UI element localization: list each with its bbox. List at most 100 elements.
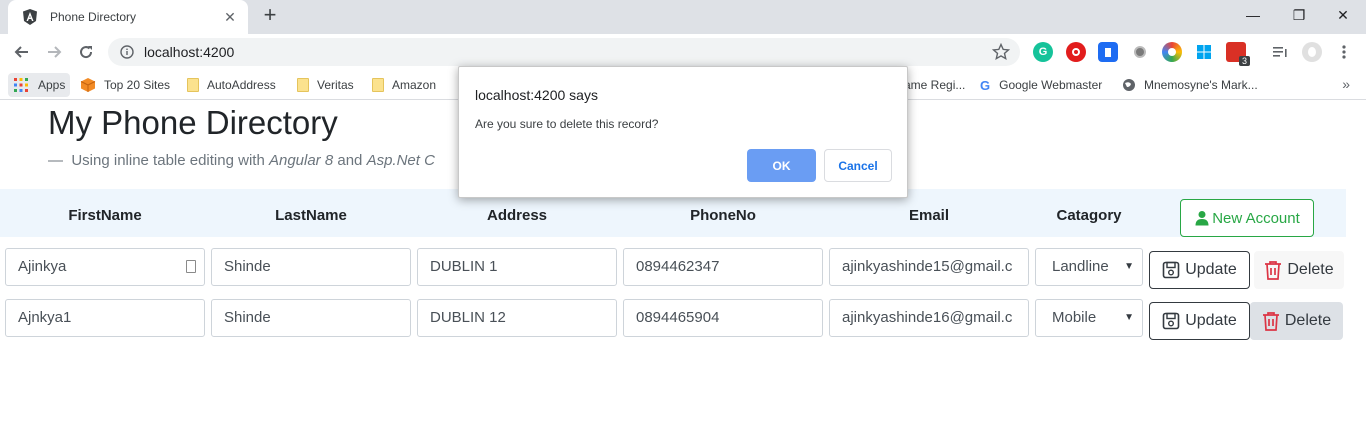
address-bar[interactable]: localhost:4200 xyxy=(108,38,1020,66)
bookmark-veritas[interactable]: Veritas xyxy=(297,73,354,97)
lead-and: and xyxy=(337,152,363,169)
firstname-input[interactable]: Ajnkya1 xyxy=(5,299,205,337)
reload-button[interactable] xyxy=(74,40,98,64)
angular-favicon-icon xyxy=(23,9,37,25)
page-subtitle: — Using inline table editing with Angula… xyxy=(48,152,435,169)
playlist-icon xyxy=(1273,47,1287,57)
dialog-ok-button[interactable]: OK xyxy=(747,149,816,182)
bookmark-label: Google Webmaster xyxy=(999,78,1103,92)
lastname-input[interactable]: Shinde xyxy=(211,248,411,286)
forward-arrow-icon xyxy=(48,46,62,58)
lead-aspnet: Asp.Net C xyxy=(366,152,435,169)
bookmark-mnemosyne[interactable]: Mnemosyne's Mark... xyxy=(1122,73,1258,97)
forward-button[interactable] xyxy=(42,40,66,64)
dropdown-caret-icon: ▼ xyxy=(1124,261,1134,272)
lead-prefix: Using inline table editing with xyxy=(71,152,265,169)
save-floppy-icon xyxy=(1162,261,1180,279)
bookmark-star-icon[interactable] xyxy=(992,43,1010,61)
reload-icon xyxy=(80,46,93,59)
phone-input[interactable]: 0894465904 xyxy=(623,299,823,337)
bookmark-autoaddress[interactable]: AutoAddress xyxy=(187,73,276,97)
dialog-cancel-button[interactable]: Cancel xyxy=(824,149,892,182)
bookmark-apps[interactable]: Apps xyxy=(8,73,70,97)
email-input[interactable]: ajinkyashinde15@gmail.c xyxy=(829,248,1029,286)
restore-button[interactable]: ❐ xyxy=(1276,0,1322,30)
calendar-extension-icon[interactable]: 3 xyxy=(1226,42,1250,66)
grammarly-extension-icon[interactable]: G xyxy=(1033,42,1053,62)
page-title: My Phone Directory xyxy=(48,104,338,141)
bookmark-google-webmaster[interactable]: G Google Webmaster xyxy=(980,73,1102,97)
category-value: Mobile xyxy=(1052,309,1097,326)
kebab-menu-icon xyxy=(1342,45,1346,59)
bookmark-label: Top 20 Sites xyxy=(104,78,171,92)
firstname-value: Ajinkya xyxy=(18,258,67,275)
trash-icon xyxy=(1262,312,1279,331)
category-select[interactable]: Mobile ▼ xyxy=(1035,299,1143,337)
update-label: Update xyxy=(1185,261,1237,278)
new-account-button[interactable]: New Account xyxy=(1180,199,1314,237)
autofill-card-icon[interactable] xyxy=(186,260,196,273)
bookmark-label: Veritas xyxy=(317,78,354,92)
delete-button[interactable]: Delete xyxy=(1250,302,1343,340)
delete-label: Delete xyxy=(1284,312,1332,329)
user-plus-icon xyxy=(1195,211,1209,226)
category-select[interactable]: Landline ▼ xyxy=(1035,248,1143,286)
adblock-extension-icon[interactable] xyxy=(1066,42,1086,62)
email-input[interactable]: ajinkyashinde16@gmail.c xyxy=(829,299,1029,337)
browser-tab[interactable]: Phone Directory ✕ xyxy=(8,0,248,34)
delete-button[interactable]: Delete xyxy=(1254,251,1344,289)
trash-icon xyxy=(1265,261,1282,280)
lastname-input[interactable]: Shinde xyxy=(211,299,411,337)
extension-badge: 3 xyxy=(1238,56,1250,66)
minimize-button[interactable]: — xyxy=(1230,0,1276,30)
back-button[interactable] xyxy=(10,40,34,64)
folder-icon xyxy=(297,78,309,92)
save-floppy-icon xyxy=(1162,312,1180,330)
update-button[interactable]: Update xyxy=(1149,251,1250,289)
chrome-menu-icon[interactable] xyxy=(1334,42,1354,62)
apps-grid-icon xyxy=(14,78,28,92)
column-header-category: Catagory xyxy=(1056,207,1122,224)
chrome-extension-icon[interactable] xyxy=(1162,42,1182,62)
back-arrow-icon xyxy=(14,46,28,58)
close-window-button[interactable]: ✕ xyxy=(1320,0,1366,30)
circle-extension-icon[interactable] xyxy=(1130,42,1150,62)
bookmark-label: Mnemosyne's Mark... xyxy=(1144,78,1258,92)
confirm-dialog: localhost:4200 says Are you sure to dele… xyxy=(458,66,908,198)
reading-list-icon[interactable] xyxy=(1270,42,1290,62)
update-label: Update xyxy=(1185,312,1237,329)
bookmark-game-registry[interactable]: ame Regi... xyxy=(904,73,965,97)
bookmark-label: ame Regi... xyxy=(904,78,966,92)
cube-icon xyxy=(80,78,96,92)
address-input[interactable]: DUBLIN 12 xyxy=(417,299,617,337)
bookmark-top-20-sites[interactable]: Top 20 Sites xyxy=(80,73,170,97)
address-input[interactable]: DUBLIN 1 xyxy=(417,248,617,286)
tab-close-icon[interactable]: ✕ xyxy=(222,9,238,26)
profile-avatar[interactable] xyxy=(1302,42,1322,62)
new-account-label: New Account xyxy=(1212,209,1300,227)
bookmark-amazon[interactable]: Amazon xyxy=(372,73,436,97)
firstname-input[interactable]: Ajinkya xyxy=(5,248,205,286)
update-button[interactable]: Update xyxy=(1149,302,1250,340)
tab-title: Phone Directory xyxy=(50,10,137,24)
url-text: localhost:4200 xyxy=(144,44,235,60)
windows-logo-icon xyxy=(1197,45,1211,59)
tab-strip: Phone Directory ✕ + — ❐ ✕ xyxy=(0,0,1366,34)
delete-label: Delete xyxy=(1287,261,1334,278)
folder-icon xyxy=(372,78,384,92)
windows-extension-icon[interactable] xyxy=(1194,42,1214,62)
phone-input[interactable]: 0894462347 xyxy=(623,248,823,286)
info-icon[interactable] xyxy=(120,45,134,59)
lead-angular: Angular 8 xyxy=(268,152,334,169)
dialog-title: localhost:4200 says xyxy=(475,87,598,103)
category-value: Landline xyxy=(1052,258,1109,275)
dialog-message: Are you sure to delete this record? xyxy=(475,117,659,131)
bookmarks-overflow-button[interactable]: » xyxy=(1342,76,1350,92)
new-tab-button[interactable]: + xyxy=(258,4,282,28)
bookmark-extension-icon[interactable] xyxy=(1098,42,1118,62)
folder-icon xyxy=(187,78,199,92)
browser-toolbar: localhost:4200 G 3 xyxy=(0,34,1366,70)
table-row: Ajnkya1 Shinde DUBLIN 12 0894465904 ajin… xyxy=(0,299,1346,340)
table-row: Ajinkya Shinde DUBLIN 1 0894462347 ajink… xyxy=(0,248,1346,289)
lead-dash: — xyxy=(48,152,63,169)
